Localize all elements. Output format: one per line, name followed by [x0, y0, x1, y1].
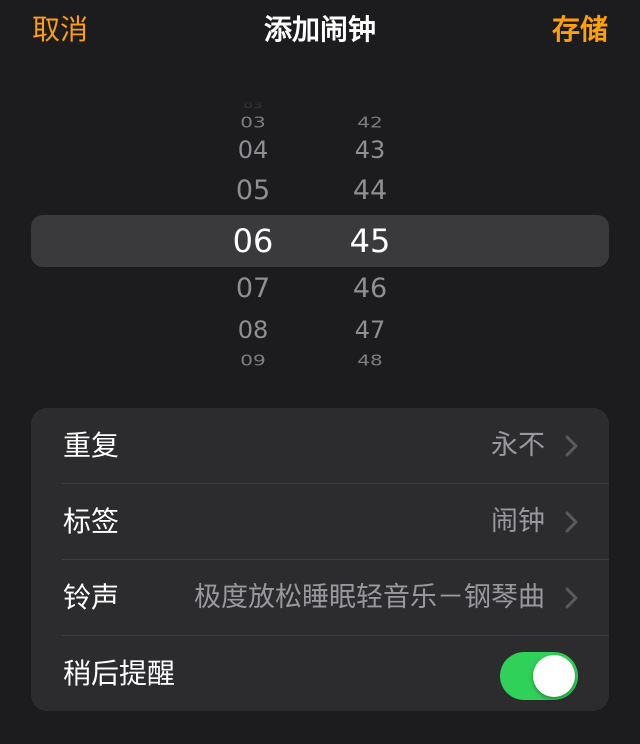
repeat-row[interactable]: 重复 永不 [31, 408, 609, 483]
chevron-right-icon [565, 511, 578, 533]
snooze-toggle[interactable] [500, 652, 578, 700]
hour-option: 07 [235, 273, 271, 304]
picker-fade-bottom [0, 366, 640, 380]
toggle-knob [533, 655, 575, 697]
picker-selection-highlight [31, 215, 609, 267]
hour-option: 04 [237, 136, 269, 164]
minute-option: 46 [352, 273, 388, 304]
alarm-settings-group: 重复 永不 标签 闹钟 铃声 极度放松睡眠轻音乐－钢琴曲 稍后提醒 [31, 408, 609, 711]
label-value: 闹钟 [491, 506, 545, 537]
page-title: 添加闹钟 [263, 13, 376, 46]
minute-option: 47 [354, 316, 386, 344]
selected-minute: 45 [349, 222, 391, 260]
label-label: 标签 [63, 505, 120, 538]
snooze-label: 稍后提醒 [63, 657, 176, 690]
minute-option: 44 [352, 175, 388, 206]
sound-row[interactable]: 铃声 极度放松睡眠轻音乐－钢琴曲 [31, 560, 609, 635]
save-button[interactable]: 存储 [552, 10, 608, 50]
snooze-row: 稍后提醒 [31, 636, 609, 711]
navigation-bar: 取消 添加闹钟 存储 [0, 0, 640, 62]
time-picker: 03 03 04 05 06 07 08 09 42 43 44 45 46 4… [0, 98, 640, 380]
sound-label: 铃声 [63, 581, 120, 614]
chevron-right-icon [565, 435, 578, 457]
repeat-value: 永不 [491, 430, 545, 461]
hour-option: 08 [237, 316, 269, 344]
hour-wheel[interactable]: 03 03 04 05 06 07 08 09 [208, 98, 298, 380]
selected-hour: 06 [232, 222, 274, 260]
label-row[interactable]: 标签 闹钟 [31, 484, 609, 559]
repeat-label: 重复 [63, 429, 120, 462]
hour-option: 05 [235, 175, 271, 206]
sound-value: 极度放松睡眠轻音乐－钢琴曲 [194, 582, 545, 613]
minute-wheel[interactable]: 42 43 44 45 46 47 48 [325, 98, 415, 380]
add-alarm-screen: 取消 添加闹钟 存储 03 03 04 05 06 07 08 09 42 43… [0, 0, 640, 744]
picker-fade-top [0, 98, 640, 118]
minute-option: 43 [354, 136, 386, 164]
chevron-right-icon [565, 587, 578, 609]
